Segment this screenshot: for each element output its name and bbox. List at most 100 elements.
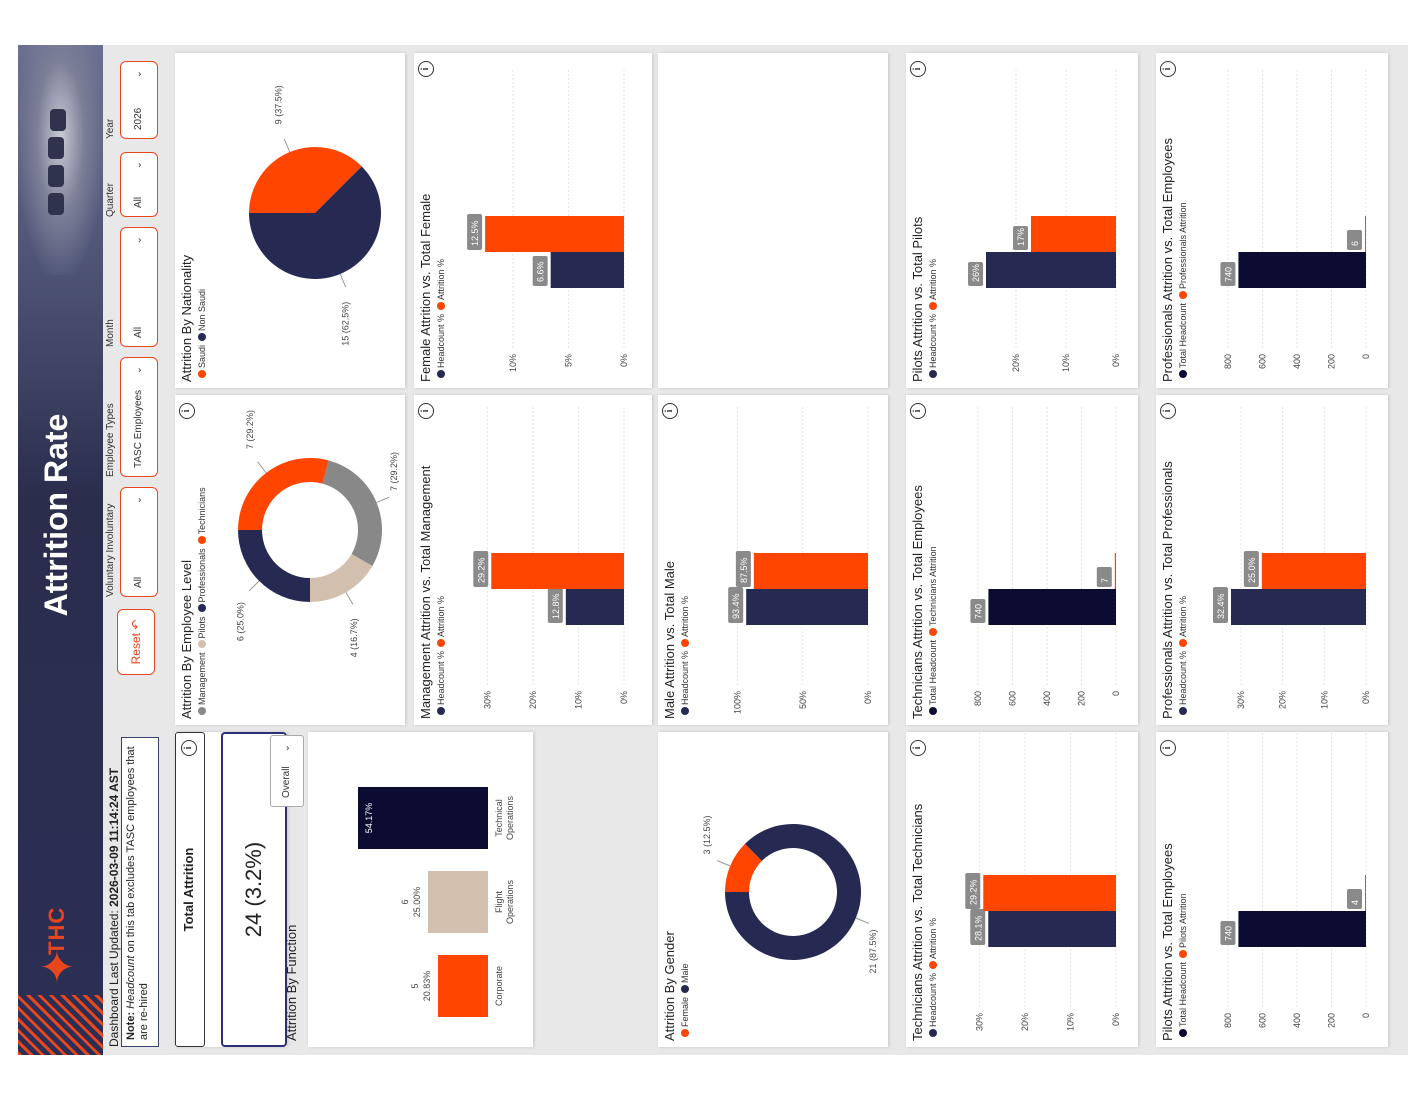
y-tick-label: 600 bbox=[1258, 1013, 1268, 1028]
y-tick-label: 0 bbox=[1361, 1013, 1371, 1018]
filter-value: 2026 bbox=[133, 107, 144, 130]
pie-data-label: 4 (16.7%) bbox=[349, 618, 359, 657]
filter-dropdown[interactable]: All ⌄ bbox=[120, 152, 158, 217]
y-tick-label: 400 bbox=[1042, 691, 1052, 706]
data-label: 12.8% bbox=[551, 593, 561, 619]
bar-headcount- bbox=[550, 252, 625, 288]
data-label: 7 bbox=[1100, 578, 1110, 583]
helicopter-image bbox=[18, 45, 103, 275]
card-gender: Attrition By Gender FemaleMale 3 (12.5%)… bbox=[658, 732, 888, 1047]
filter-value: All bbox=[133, 326, 144, 338]
y-tick-label: 20% bbox=[1011, 354, 1021, 372]
data-label: 26% bbox=[971, 264, 981, 282]
y-tick-label: 400 bbox=[1292, 1013, 1302, 1028]
data-label: 29.2% bbox=[968, 879, 978, 905]
note-bold: Note: bbox=[125, 1011, 137, 1040]
pie-data-label: 9 (37.5%) bbox=[273, 85, 283, 124]
function-select[interactable]: Overall ⌄ bbox=[270, 735, 304, 807]
y-tick-label: 100% bbox=[733, 691, 743, 714]
card-mgmt: Management Attrition vs. Total Managemen… bbox=[414, 395, 652, 725]
pie-slice-pilots bbox=[310, 554, 373, 602]
filter-dropdown[interactable]: TASC Employees ⌄ bbox=[120, 357, 158, 477]
pie-data-label: 3 (12.5%) bbox=[702, 815, 712, 854]
filter-voluntary[interactable]: Voluntary Involuntary All ⌄ bbox=[105, 487, 158, 597]
y-tick-label: 30% bbox=[1236, 691, 1246, 709]
nationality-pie: 9 (37.5%) 15 (62.5%) bbox=[249, 85, 381, 346]
data-label: 6.6% bbox=[536, 261, 546, 282]
info-icon[interactable]: i bbox=[181, 740, 197, 756]
filter-dropdown[interactable]: 2026 ⌄ bbox=[120, 61, 158, 139]
card-male: Male Attrition vs. Total Male i Headcoun… bbox=[658, 395, 888, 725]
function-bar bbox=[358, 787, 488, 849]
bar-total-headcount bbox=[1238, 911, 1366, 947]
note-italic: Headcount bbox=[125, 955, 137, 1009]
pie-data-label: 15 (62.5%) bbox=[341, 302, 351, 346]
bar-technicians-attrition bbox=[1114, 553, 1117, 589]
data-label: 93.4% bbox=[731, 593, 741, 619]
logo-text: THC bbox=[44, 906, 69, 955]
data-label: 29.2% bbox=[476, 557, 486, 583]
thc-logo: ✦ THC bbox=[30, 906, 90, 989]
filter-dropdown[interactable]: All ⌄ bbox=[120, 227, 158, 347]
bar-attrition- bbox=[1261, 553, 1366, 589]
prof-emp-bar-chart: 0 200 400 600 800 740 6 bbox=[1220, 68, 1371, 369]
card-pilots-pct: Pilots Attrition vs. Total Pilots i Head… bbox=[906, 53, 1138, 388]
y-tick-label: 200 bbox=[1327, 354, 1337, 369]
bar-attrition- bbox=[491, 553, 625, 589]
y-tick-label: 10% bbox=[574, 691, 584, 709]
employee-level-donut: 7 (29.2%) 7 (29.2%) 4 (16.7%) 6 (25.0%) bbox=[236, 410, 399, 657]
filter-year[interactable]: Year 2026 ⌄ bbox=[105, 61, 158, 139]
filter-label: Employee Types bbox=[105, 403, 116, 477]
pie-leader-line bbox=[339, 273, 347, 288]
y-tick-label: 600 bbox=[1008, 691, 1018, 706]
function-category: Operations bbox=[505, 795, 515, 840]
header-banner: ✦ THC Attrition Rate bbox=[18, 45, 103, 1055]
filter-month[interactable]: Month All ⌄ bbox=[105, 227, 158, 347]
pie-data-label: 21 (87.5%) bbox=[868, 930, 878, 974]
bar-attrition- bbox=[485, 216, 624, 252]
filter-bar: Dashboard Last Updated: 2026-03-09 11:14… bbox=[103, 45, 163, 1055]
select-value: Overall bbox=[281, 766, 292, 798]
card-female: Female Attrition vs. Total Female i Head… bbox=[414, 53, 652, 388]
function-count: 6 bbox=[400, 899, 410, 904]
bar-headcount- bbox=[1231, 589, 1366, 625]
male-bar-chart: 0% 50% 100% 93.4% 87.5% bbox=[728, 405, 873, 714]
filter-value: All bbox=[133, 196, 144, 208]
last-updated-value: 2026-03-09 11:14:24 AST bbox=[107, 767, 121, 907]
reset-button[interactable]: Reset ↶ bbox=[117, 609, 155, 675]
data-label: 740 bbox=[973, 604, 983, 619]
pie-leader-line bbox=[376, 496, 390, 503]
card-tech-emp: Technicians Attrition vs. Total Employee… bbox=[906, 395, 1138, 725]
filter-label: Month bbox=[105, 319, 116, 347]
pie-leader-line bbox=[855, 917, 869, 924]
bar-total-headcount bbox=[988, 589, 1116, 625]
bar-headcount- bbox=[565, 589, 624, 625]
filter-quarter[interactable]: Quarter All ⌄ bbox=[105, 152, 158, 217]
bar-attrition- bbox=[983, 875, 1117, 911]
page-title: Attrition Rate bbox=[38, 413, 74, 617]
tech-emp-bar-chart: 0 200 400 600 800 740 7 bbox=[970, 405, 1121, 706]
prof-pct-bar-chart: 0% 10% 20% 30% 32.4% 25.0% bbox=[1213, 405, 1371, 709]
filter-dropdown[interactable]: All ⌄ bbox=[120, 487, 158, 597]
pie-data-label: 7 (29.2%) bbox=[389, 452, 399, 491]
filter-employee-types[interactable]: Employee Types TASC Employees ⌄ bbox=[105, 357, 158, 477]
filter-value: TASC Employees bbox=[133, 389, 144, 468]
female-bar-chart: 0% 5% 10% 6.6% 12.5% bbox=[467, 68, 629, 372]
tech-pct-bar-chart: 0% 10% 20% 30% 28.1% 29.2% bbox=[965, 732, 1121, 1031]
card-pilots-emp: Pilots Attrition vs. Total Employees i T… bbox=[1156, 732, 1388, 1047]
y-tick-label: 0 bbox=[1111, 691, 1121, 696]
y-tick-label: 0% bbox=[619, 691, 629, 704]
pie-leader-line bbox=[248, 580, 260, 592]
card-female-spacer bbox=[658, 53, 888, 388]
bar-headcount- bbox=[746, 589, 868, 625]
y-tick-label: 10% bbox=[1066, 1013, 1076, 1031]
data-label: 25.0% bbox=[1247, 557, 1257, 583]
bar-headcount- bbox=[986, 252, 1116, 288]
pie-data-label: 7 (29.2%) bbox=[245, 410, 255, 449]
undo-icon: ↶ bbox=[129, 619, 143, 630]
y-tick-label: 0% bbox=[619, 354, 629, 367]
kpi-value: 24 (3.2%) bbox=[241, 841, 266, 938]
chevron-down-icon: ⌄ bbox=[133, 496, 144, 505]
pie-leader-line bbox=[345, 592, 354, 605]
y-tick-label: 20% bbox=[1278, 691, 1288, 709]
